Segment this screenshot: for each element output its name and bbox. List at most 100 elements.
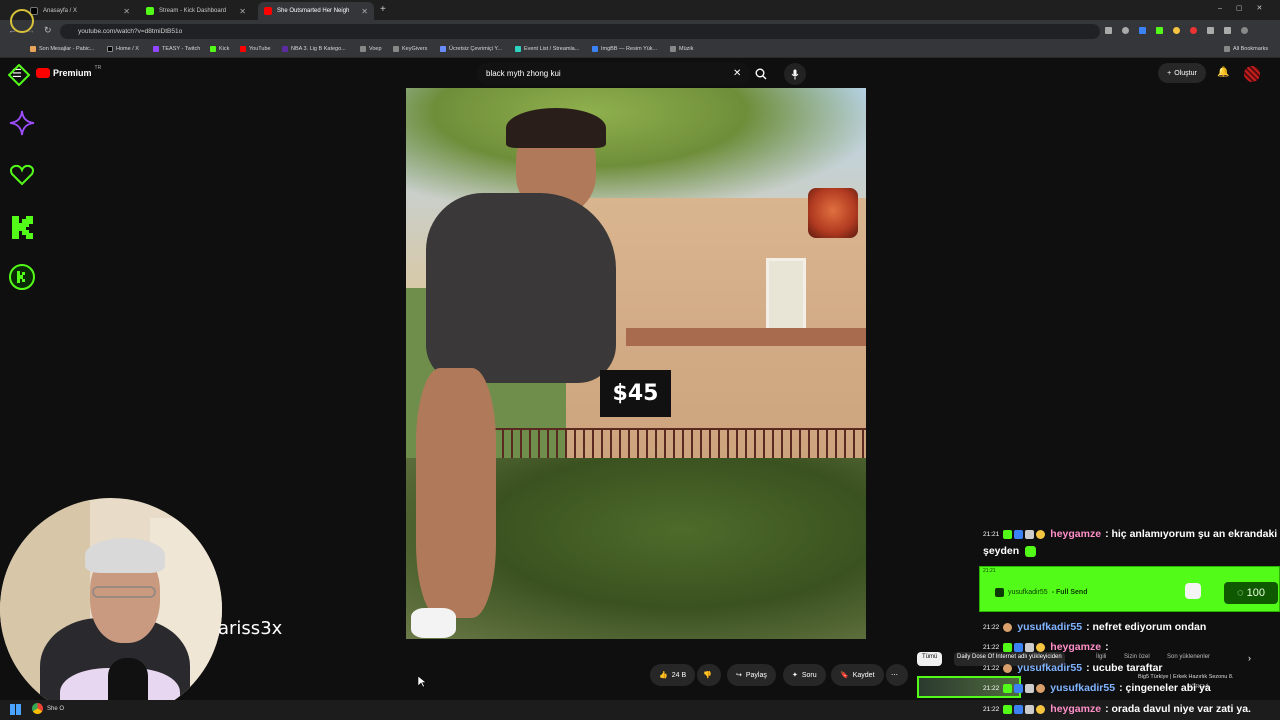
video-player[interactable] <box>406 88 866 639</box>
window-controls[interactable]: –▢✕ <box>1218 4 1276 12</box>
youtube-logo[interactable]: Premium TR <box>36 65 101 78</box>
price-overlay: $45 <box>600 370 671 417</box>
video-person <box>406 98 616 638</box>
search-icon[interactable] <box>755 67 767 80</box>
sub-badge-icon <box>1014 683 1024 693</box>
send-alert-card: 21:21 yusufkadir55 - Full Send ◌ 100 <box>979 566 1280 612</box>
chat-message: 21:21 heygamze : hiç anlamıyorum şu an e… <box>983 528 1278 540</box>
kick-badge-icon <box>1003 529 1013 539</box>
close-tab-icon[interactable]: ✕ <box>123 7 130 16</box>
tab-x[interactable]: Anasayfa / X ✕ <box>24 2 136 20</box>
all-bookmarks[interactable]: All Bookmarks <box>1224 46 1268 52</box>
profile-ring-icon[interactable] <box>10 9 34 33</box>
share-icon: ↪ <box>736 672 742 679</box>
chat-message: 21:22 yusufkadir55 : ucube taraftar <box>983 662 1163 674</box>
reload-icon[interactable]: ↻ <box>44 25 52 36</box>
emote-face-icon <box>808 188 858 238</box>
chip-all[interactable]: Tümü <box>917 652 943 666</box>
bookmark-item[interactable]: Event List / Streamla... <box>515 46 579 52</box>
coin-badge-icon <box>1036 704 1046 714</box>
chat-message-continuation: şeyden <box>983 545 1037 557</box>
voice-search-icon[interactable] <box>784 63 806 85</box>
rocket-badge-icon <box>1025 683 1035 693</box>
mouse-cursor <box>417 675 427 693</box>
more-actions-button[interactable]: ⋯ <box>886 664 908 686</box>
sub-badge-icon <box>1014 704 1024 714</box>
sparkle-small-icon: ✦ <box>792 672 798 679</box>
emote-icon <box>1025 545 1037 557</box>
rocket-badge-icon <box>1025 704 1035 714</box>
bookmark-item[interactable]: Ücretsiz Çevrimiçi Y... <box>440 46 502 52</box>
emote-badge-icon <box>1003 663 1013 673</box>
emote-badge-icon <box>1003 622 1013 632</box>
bookmark-item[interactable]: NBA 3. Lig B Katego... <box>282 46 346 52</box>
sparkle-icon <box>9 110 35 136</box>
bookmark-item[interactable]: Kick <box>210 46 229 52</box>
thumbs-up-icon: 👍 <box>659 672 668 679</box>
video-house-window <box>766 258 806 338</box>
tab-kick-dashboard[interactable]: Stream - Kick Dashboard ✕ <box>140 2 252 20</box>
browser-tab-bar: Anasayfa / X ✕ Stream - Kick Dashboard ✕… <box>0 0 1280 33</box>
rocket-badge-icon <box>1025 642 1035 652</box>
coin-icon: ◌ <box>1237 587 1244 599</box>
avatar[interactable] <box>1244 66 1260 82</box>
taskbar-chrome-item[interactable]: She O <box>32 703 64 714</box>
heart-icon <box>9 162 35 188</box>
more-icon: ⋯ <box>891 672 898 679</box>
shirt-icon <box>1185 583 1201 599</box>
bookmark-item[interactable]: TEASY - Twitch <box>153 46 200 52</box>
chat-message: 21:22 yusufkadir55 : çingeneler abi ya <box>983 682 1211 694</box>
search-input[interactable]: black myth zhong kui <box>476 63 750 85</box>
plus-icon: + <box>1167 69 1172 77</box>
webcam-overlay <box>0 498 222 720</box>
recommendation-title[interactable]: Big5 Türkiye | Erkek Hazırlık Sezonu 8. <box>1138 674 1233 680</box>
tab-youtube-video[interactable]: She Outsmarted Her Neigh ✕ <box>258 2 374 20</box>
bookmark-item[interactable]: YouTube <box>240 46 271 52</box>
bookmark-item[interactable]: Müzik <box>670 46 693 52</box>
chevron-right-icon[interactable]: › <box>1248 653 1251 663</box>
notifications-icon[interactable]: 🔔 <box>1217 67 1229 78</box>
clear-search-icon[interactable]: ✕ <box>733 68 741 79</box>
kick-k-icon <box>9 214 35 240</box>
create-button[interactable]: + Oluştur <box>1158 63 1206 83</box>
overlay-username: ariss3x <box>218 618 283 639</box>
rocket-badge-icon <box>1025 529 1035 539</box>
emote-badge-icon <box>1036 683 1046 693</box>
bookmark-item[interactable]: KeyGivers <box>393 46 427 52</box>
chat-message: 21:22 heygamze : orada davul niye var za… <box>983 703 1251 715</box>
share-button[interactable]: ↪ Paylaş <box>727 664 776 686</box>
sub-badge-icon <box>1014 529 1024 539</box>
close-tab-icon[interactable]: ✕ <box>361 7 368 16</box>
close-tab-icon[interactable]: ✕ <box>239 7 246 16</box>
save-button[interactable]: 🔖 Kaydet <box>831 664 884 686</box>
kick-icon <box>146 7 154 15</box>
kick-badge-icon <box>1003 642 1013 652</box>
extensions-icons[interactable] <box>1105 27 1265 35</box>
ask-button[interactable]: ✦ Soru <box>783 664 826 686</box>
kick-badge-icon <box>1003 683 1013 693</box>
coin-badge-icon <box>1036 529 1046 539</box>
chip-recent[interactable]: Son yüklenenler <box>1164 652 1213 666</box>
bookmarks-bar: Son Mesajlar - Pabic... Home / X TEASY -… <box>0 42 1280 58</box>
video-roof <box>626 328 866 346</box>
like-button[interactable]: 👍 24 B <box>650 664 696 686</box>
kick-badge-icon <box>995 588 1004 597</box>
dislike-button[interactable]: 👎 <box>697 664 721 686</box>
windows-start-icon[interactable] <box>10 704 21 715</box>
kick-circle-icon <box>9 264 35 290</box>
chat-message: 21:22 yusufkadir55 : nefret ediyorum ond… <box>983 621 1207 633</box>
chat-message: 21:22 heygamze : <box>983 641 1109 653</box>
sub-badge-icon <box>1014 642 1024 652</box>
bookmark-item[interactable]: Voep <box>360 46 382 52</box>
youtube-icon <box>264 7 272 15</box>
bookmark-item[interactable]: ImgBB — Resim Yük... <box>592 46 657 52</box>
new-tab-button[interactable]: + <box>380 4 386 15</box>
bookmark-icon: 🔖 <box>840 672 849 679</box>
address-bar[interactable]: youtube.com/watch?v=d8tmiDtB51o <box>60 24 1100 39</box>
coin-badge-icon <box>1036 642 1046 652</box>
send-amount-badge: ◌ 100 <box>1224 582 1278 604</box>
bookmark-item[interactable]: Home / X <box>107 46 139 52</box>
chrome-icon <box>32 703 43 714</box>
bookmark-item[interactable]: Son Mesajlar - Pabic... <box>30 46 94 52</box>
thumbs-down-icon: 👎 <box>703 672 712 679</box>
